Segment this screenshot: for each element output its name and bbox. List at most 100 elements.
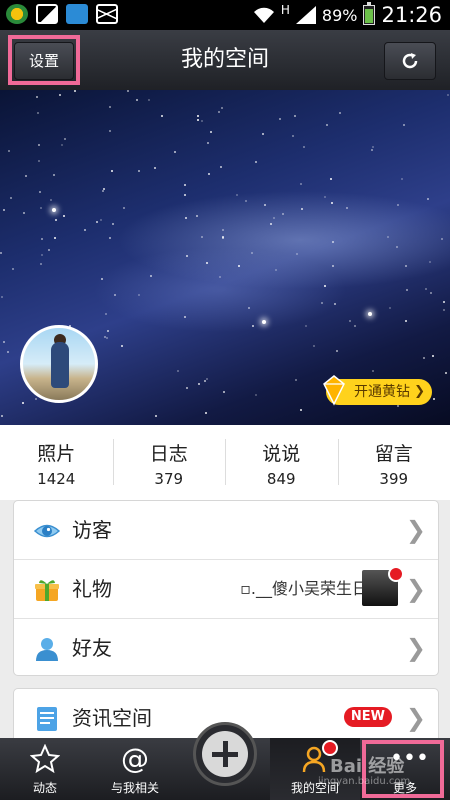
star — [112, 223, 114, 225]
star — [389, 307, 391, 309]
star — [101, 278, 103, 280]
star — [220, 166, 222, 168]
wifi-icon — [253, 7, 274, 23]
refresh-button[interactable] — [384, 42, 436, 80]
star — [111, 170, 113, 172]
star — [0, 252, 2, 254]
star — [387, 236, 389, 238]
menu-item-friends[interactable]: 好友 ❯ — [14, 619, 438, 677]
menu-item-visitors[interactable]: 访客 ❯ — [14, 501, 438, 560]
star — [321, 302, 323, 304]
star — [236, 194, 238, 196]
star — [123, 207, 125, 209]
nav-publish[interactable] — [180, 722, 270, 800]
bright-star — [368, 312, 372, 316]
plus-button[interactable] — [193, 722, 257, 786]
star — [184, 194, 186, 196]
star — [255, 394, 257, 396]
star — [204, 380, 206, 382]
stat-value: 849 — [266, 470, 296, 488]
star — [59, 94, 61, 96]
star — [334, 303, 336, 305]
star — [313, 345, 315, 347]
chevron-right-icon: ❯ — [405, 634, 426, 662]
star — [41, 238, 43, 240]
friends-icon — [36, 638, 58, 661]
star — [238, 265, 240, 267]
battery-icon — [363, 2, 376, 25]
star — [295, 379, 297, 381]
menu-item-label: 访客 — [72, 518, 112, 542]
star — [219, 276, 221, 278]
star — [109, 106, 111, 108]
nav-feed[interactable]: 动态 — [0, 738, 90, 800]
star — [205, 412, 207, 414]
avatar[interactable] — [20, 325, 98, 403]
stat-photos[interactable]: 照片 1424 — [0, 425, 113, 500]
settings-button[interactable]: 设置 — [14, 42, 74, 80]
star — [10, 197, 12, 199]
stat-label: 照片 — [37, 443, 76, 465]
watermark-url: jingyan.baidu.com — [318, 776, 411, 787]
star — [324, 196, 326, 198]
star — [222, 229, 224, 231]
star — [36, 96, 38, 98]
star — [218, 111, 220, 113]
star — [64, 138, 66, 140]
star — [324, 285, 326, 287]
star — [74, 90, 76, 92]
star — [37, 112, 39, 114]
star — [106, 337, 108, 339]
star — [197, 115, 199, 117]
star — [405, 320, 407, 322]
star — [332, 265, 334, 267]
star — [332, 241, 334, 243]
star — [397, 405, 399, 407]
star — [196, 215, 198, 217]
nav-related[interactable]: @ 与我相关 — [90, 738, 180, 800]
star — [198, 383, 200, 385]
stat-messages[interactable]: 留言 399 — [337, 425, 450, 500]
star — [3, 341, 5, 343]
top-bar: 我的空间 设置 — [0, 30, 450, 90]
cover-image[interactable]: 开通黄钻 ❯ — [0, 90, 450, 425]
stat-label: 说说 — [262, 443, 301, 465]
news-icon — [37, 707, 57, 731]
star — [296, 253, 298, 255]
star — [273, 217, 275, 219]
star — [40, 263, 42, 265]
star — [264, 204, 266, 206]
star — [305, 325, 307, 327]
star — [447, 94, 449, 96]
star — [397, 204, 399, 206]
stat-value: 1424 — [37, 470, 76, 488]
star — [107, 330, 109, 332]
star — [251, 252, 253, 254]
star — [138, 294, 140, 296]
stat-label: 留言 — [374, 443, 413, 465]
bright-star — [52, 208, 56, 212]
star — [136, 99, 138, 101]
clock: 21:26 — [381, 3, 442, 27]
stat-moods[interactable]: 说说 849 — [225, 425, 338, 500]
stats-bar: 照片 1424 日志 379 说说 849 留言 399 — [0, 425, 450, 500]
star — [433, 398, 435, 400]
star — [443, 309, 445, 311]
gift-preview-text: ▫.__傻小吴荣生日 — [240, 579, 368, 598]
star — [207, 142, 209, 144]
star — [372, 370, 374, 372]
star — [100, 219, 102, 221]
star — [206, 378, 208, 380]
star — [403, 124, 405, 126]
star — [294, 115, 296, 117]
star — [206, 262, 208, 264]
open-yellow-diamond-button[interactable]: 开通黄钻 ❯ — [323, 375, 432, 406]
stat-blogs[interactable]: 日志 379 — [112, 425, 226, 500]
star — [248, 307, 250, 309]
star — [61, 144, 63, 146]
menu-item-gifts[interactable]: 礼物 ▫.__傻小吴荣生日 ❯ — [14, 560, 438, 619]
star — [282, 213, 284, 215]
menu-card: 访客 ❯ 礼物 ▫.__傻小吴荣生日 ❯ 好友 ❯ — [13, 500, 439, 676]
eye-icon — [34, 524, 60, 538]
star — [48, 249, 50, 251]
